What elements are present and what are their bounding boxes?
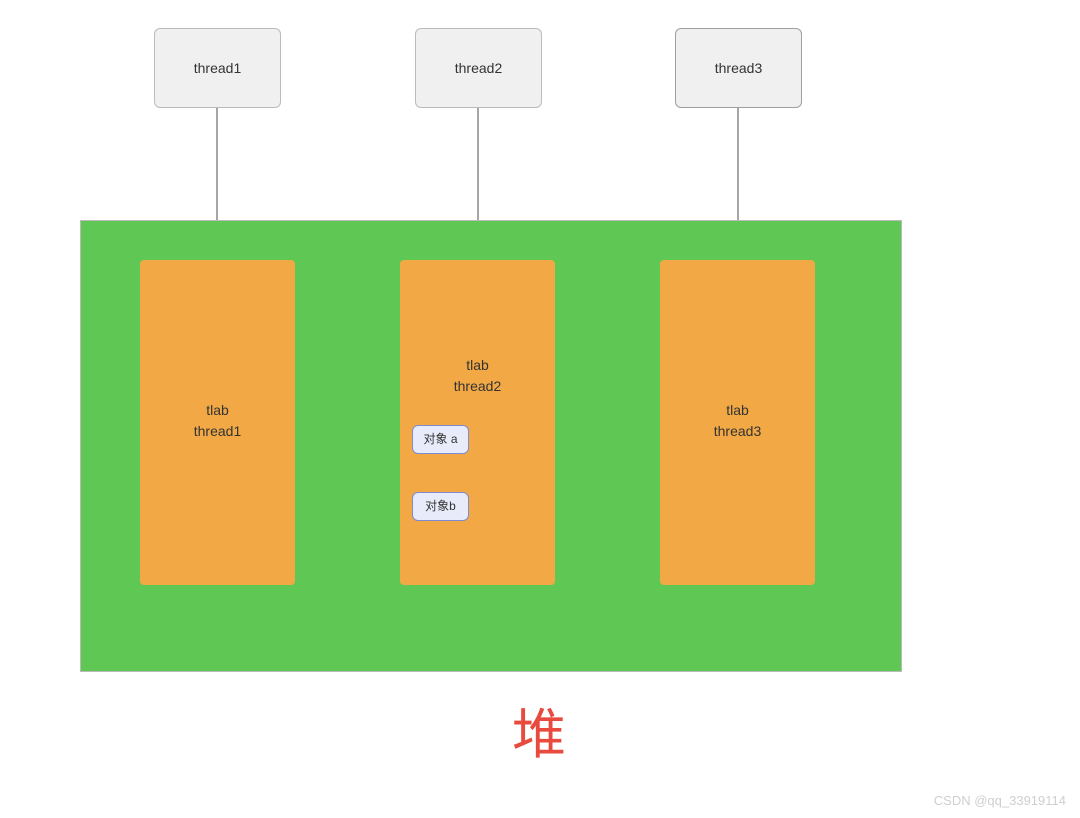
tlab-thread3: tlab thread3: [660, 260, 815, 585]
thread-box-3: thread3: [675, 28, 802, 108]
tlab2-line1: tlab: [466, 357, 489, 373]
tlab1-line1: tlab: [206, 402, 229, 418]
object-a: 对象 a: [412, 425, 469, 454]
tlab-thread2: tlab thread2 对象 a 对象b: [400, 260, 555, 585]
thread-box-2: thread2: [415, 28, 542, 108]
object-b: 对象b: [412, 492, 469, 521]
tlab1-label: tlab thread1: [140, 400, 295, 442]
tlab2-label: tlab thread2: [400, 355, 555, 397]
tlab3-line1: tlab: [726, 402, 749, 418]
tlab2-line2: thread2: [454, 378, 501, 394]
thread-box-1: thread1: [154, 28, 281, 108]
watermark-text: CSDN @qq_33919114: [934, 793, 1066, 808]
tlab3-label: tlab thread3: [660, 400, 815, 442]
tlab3-line2: thread3: [714, 423, 761, 439]
heap-title: 堆: [0, 690, 1080, 769]
tlab1-line2: thread1: [194, 423, 241, 439]
tlab-thread1: tlab thread1: [140, 260, 295, 585]
